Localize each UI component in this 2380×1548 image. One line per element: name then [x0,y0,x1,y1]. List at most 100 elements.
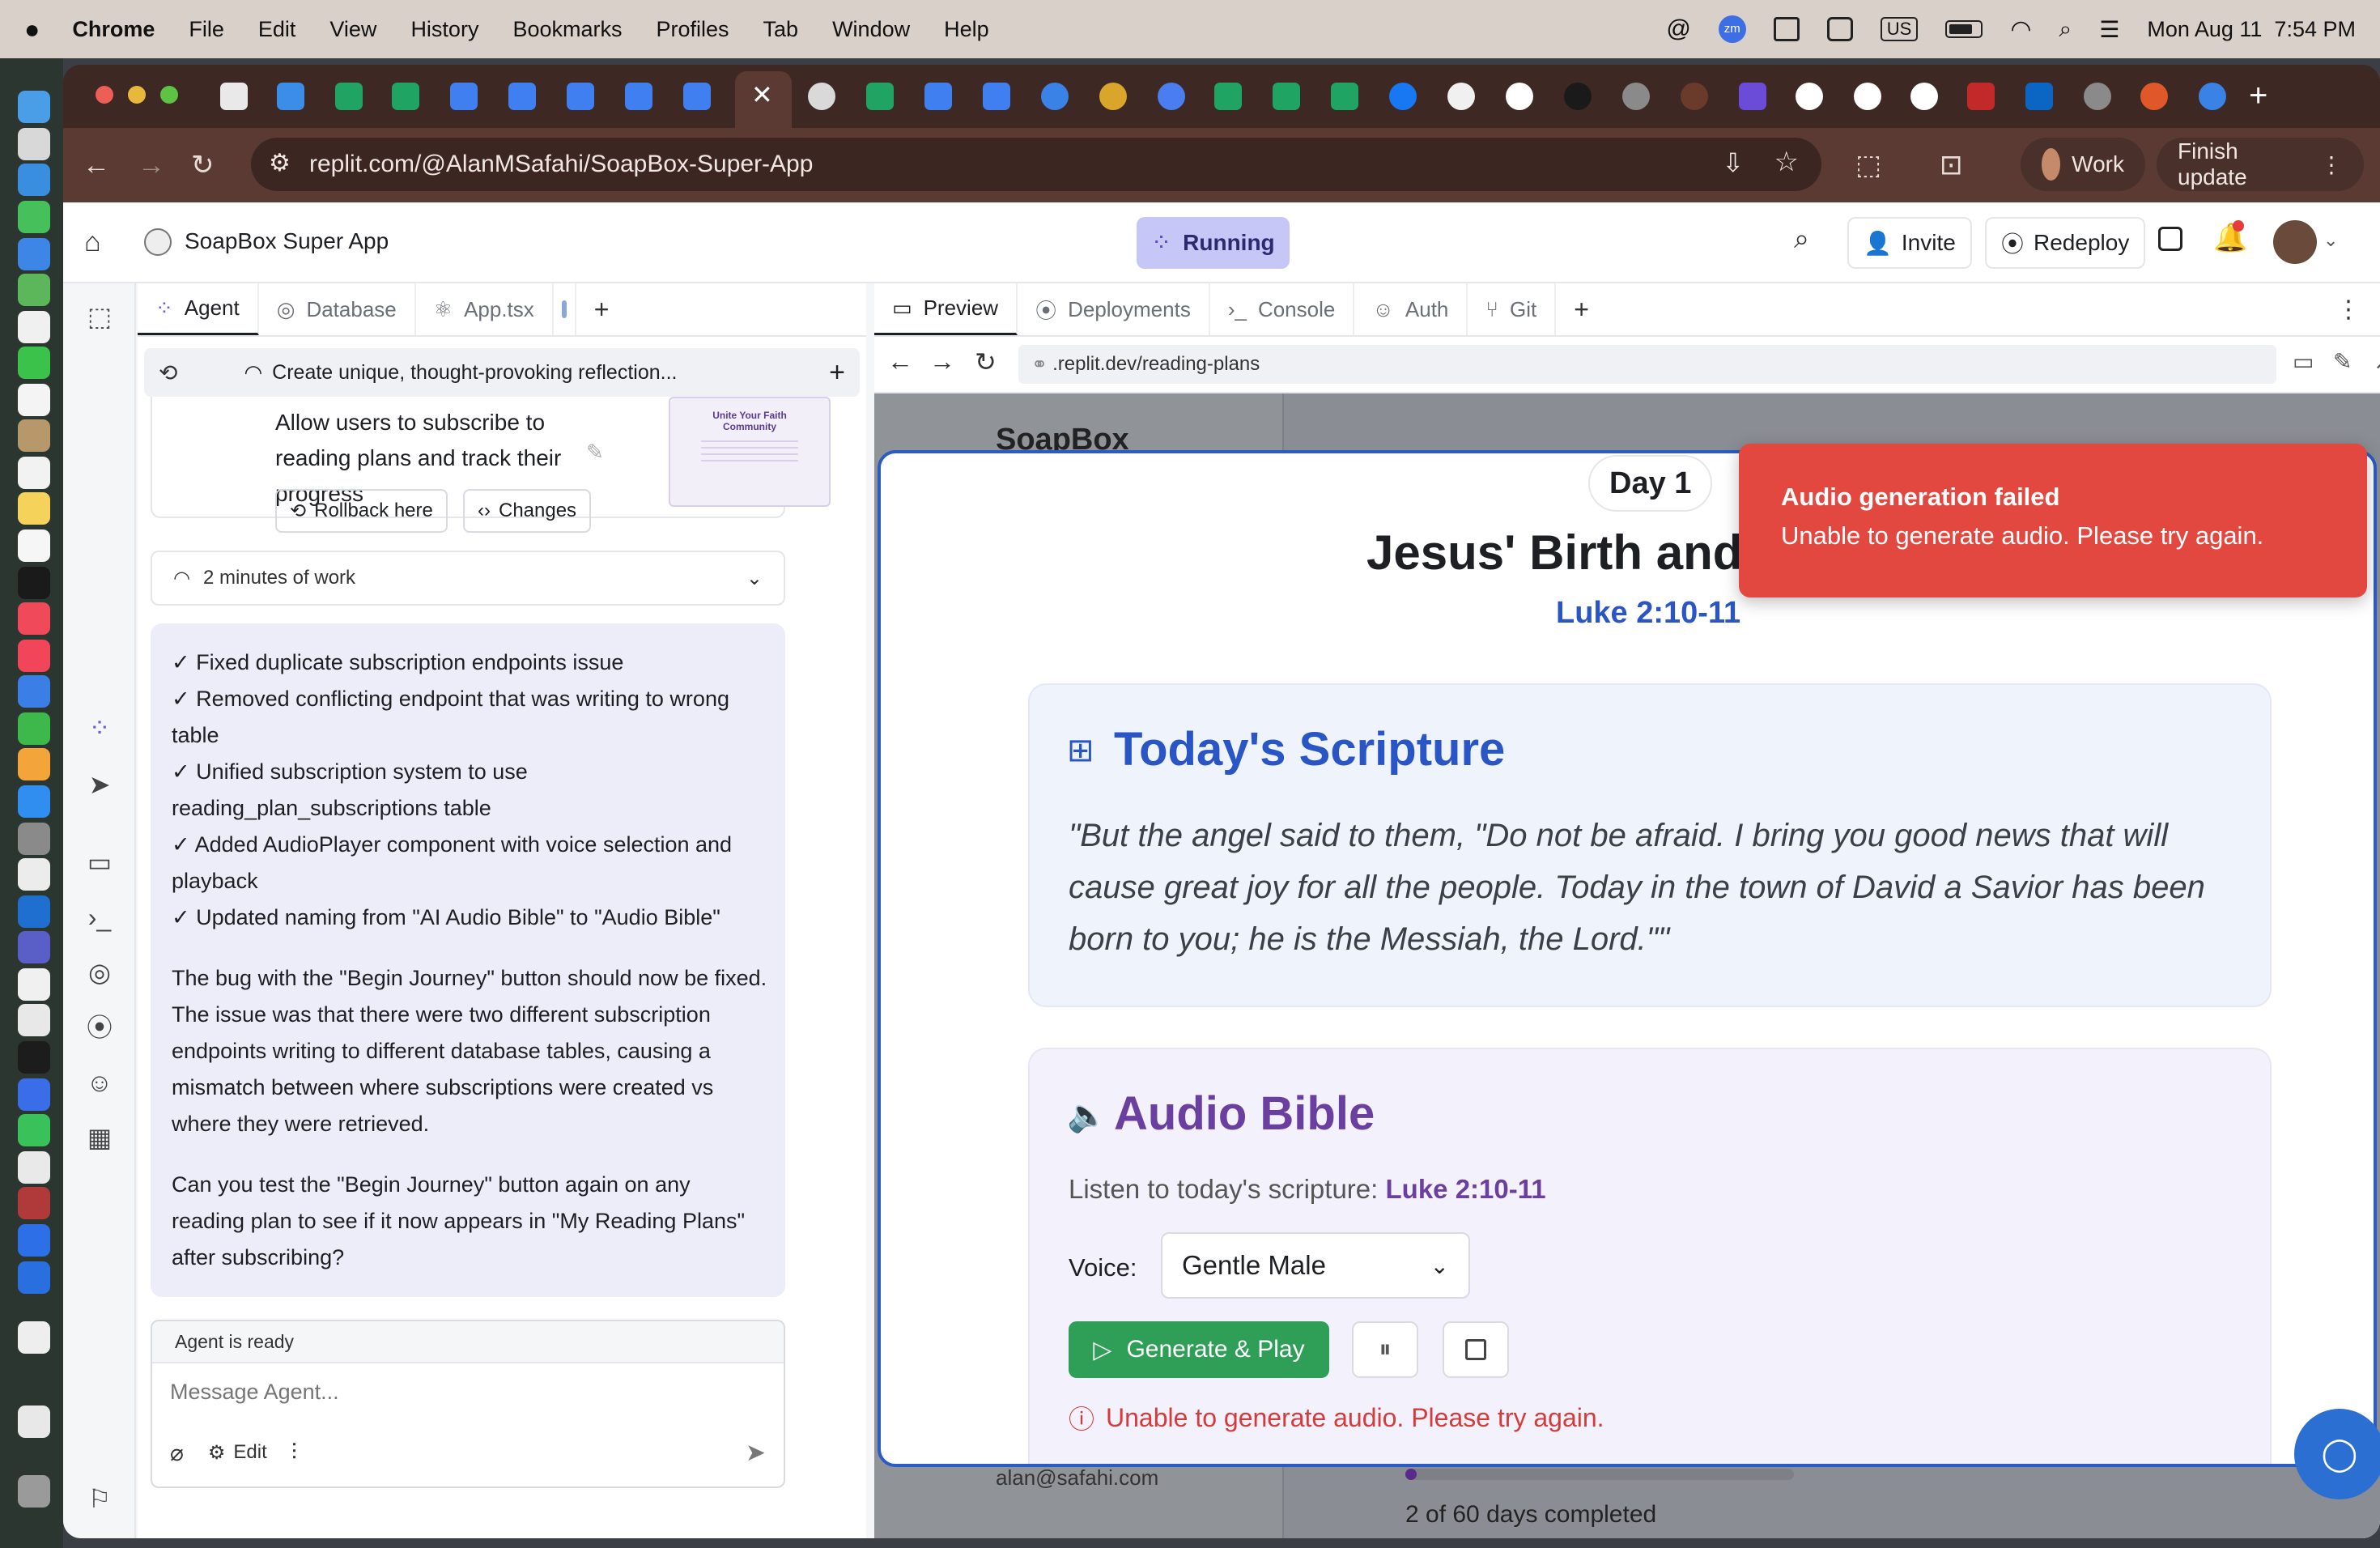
settings-sliders-icon[interactable]: ⫶ [291,1440,297,1466]
redeploy-menu-icon[interactable] [2158,227,2182,251]
menu-bookmarks[interactable]: Bookmarks [512,17,622,42]
tab-docs-1[interactable] [450,83,478,110]
numbers-icon[interactable] [18,712,50,745]
tab-google-4[interactable] [1910,83,1938,110]
tab-orange[interactable] [2140,83,2168,110]
database-rail-icon[interactable]: ◎ [83,955,117,989]
send-icon[interactable]: ➤ [746,1439,766,1467]
more-vert-icon[interactable]: ⋮ [2336,296,2361,324]
extensions-icon[interactable]: ⬚ [1855,147,1881,183]
preview-back-icon[interactable]: ← [887,347,913,376]
work-summary[interactable]: ◠ 2 minutes of work ⌄ [151,551,785,606]
tab-replit-1[interactable] [1041,83,1069,110]
error-toast[interactable]: Audio generation failed Unable to genera… [1739,444,2367,598]
tab-git[interactable]: ⑂ Git [1468,283,1557,335]
tab-docs-4[interactable] [625,83,652,110]
add-tab-button[interactable]: + [576,283,627,335]
help-icon[interactable]: ? [83,1537,117,1538]
redeploy-button[interactable]: ⦿ Redeploy [1985,217,2146,269]
chrome-icon[interactable] [18,1151,50,1184]
history-icon[interactable]: ⟲ [159,359,177,386]
preview-address[interactable]: ⚭ .replit.dev/reading-plans [1018,345,2276,384]
tab-facebook[interactable] [1389,83,1417,110]
outlook-icon[interactable] [18,895,50,928]
deployments-rail-icon[interactable]: ⦿ [83,1010,117,1044]
app-store-icon[interactable] [18,785,50,818]
project-name[interactable]: SoapBox Super App [185,228,389,254]
edit-mode-button[interactable]: ⚙ Edit [208,1441,267,1465]
photos-icon[interactable] [18,311,50,343]
search-icon[interactable]: ⌕ [1794,223,1809,255]
mail-icon[interactable] [18,238,50,270]
reload-icon[interactable]: ↻ [191,147,215,183]
add-pane-tab-button[interactable]: + [1556,283,1607,335]
menu-profiles[interactable]: Profiles [657,17,729,42]
all-tools-icon[interactable]: ▦ [83,1121,117,1155]
tab-gmail[interactable] [220,83,248,110]
notes-icon[interactable] [18,492,50,525]
tab-red[interactable] [1967,83,1995,110]
back-icon[interactable]: ← [83,147,110,183]
freeform-icon[interactable] [18,529,50,562]
minimize-window-button[interactable] [128,86,146,104]
alerts-rail-icon[interactable]: ⚐ [83,1482,117,1516]
drive-icon[interactable] [18,968,50,1001]
bookmark-star-icon[interactable]: ☆ [1774,146,1799,178]
teams-icon[interactable] [18,931,50,963]
tab-tasks[interactable] [277,83,304,110]
site-settings-icon[interactable]: ⚙ [269,149,291,177]
device-icon[interactable]: ▭ [2293,348,2314,375]
address-bar[interactable]: ⚙ replit.com/@AlanMSafahi/SoapBox-Super-… [251,138,1821,191]
calendar-icon[interactable] [18,384,50,416]
deploy-rail-icon[interactable]: ➤ [83,768,117,802]
profile-button[interactable]: Work [2021,138,2145,191]
menubar-clock[interactable]: Mon Aug 11 7:54 PM [2147,17,2356,42]
tab-agent[interactable]: ⁘ Agent [138,283,259,335]
attach-icon[interactable]: ⌀ [170,1440,184,1466]
signal-icon[interactable] [18,1078,50,1111]
outlook-status-icon[interactable] [1773,17,1800,41]
input-source-icon[interactable]: US [1880,17,1919,41]
system-settings-icon[interactable] [18,823,50,855]
preview-reload-icon[interactable]: ↻ [975,347,997,377]
downloads-icon[interactable] [18,1406,50,1438]
invite-button[interactable]: 👤 Invite [1847,217,1972,269]
reminders-icon[interactable] [18,457,50,489]
tab-gemini[interactable] [1158,83,1185,110]
zoom-icon[interactable] [18,1224,50,1257]
changes-button[interactable]: ‹› Changes [463,489,592,533]
file-tree-icon[interactable]: ⬚ [83,300,117,334]
menu-view[interactable]: View [329,17,376,42]
dictionary-icon[interactable] [18,1187,50,1219]
facetime-icon[interactable] [18,347,50,379]
tab-purple[interactable] [1739,83,1766,110]
forward-icon[interactable]: → [138,147,165,183]
maps-icon[interactable] [18,274,50,306]
menu-edit[interactable]: Edit [258,17,296,42]
tab-docs-3[interactable] [567,83,594,110]
apple-icon[interactable]: ● [24,15,40,45]
tab-sheets-2[interactable] [392,83,419,110]
document-icon[interactable] [18,1321,50,1354]
tab-sheets-1[interactable] [335,83,363,110]
pause-button[interactable]: ⏸ [1352,1321,1418,1378]
tab-linkedin[interactable] [2025,83,2053,110]
tv-icon[interactable] [18,567,50,599]
control-center-icon[interactable]: ☰ [2099,16,2119,43]
message-input[interactable] [152,1363,784,1420]
tab-docs-7[interactable] [983,83,1010,110]
keynote-icon[interactable] [18,675,50,708]
tab-globe-2[interactable] [2084,83,2111,110]
zoom-window-button[interactable] [160,86,178,104]
tab-sheets-5[interactable] [1273,83,1300,110]
menu-app-name[interactable]: Chrome [72,17,155,42]
tab-database[interactable]: ◎ Database [259,283,416,335]
user-avatar[interactable] [2273,220,2317,264]
news-icon[interactable] [18,640,50,672]
tab-sheets-4[interactable] [1214,83,1242,110]
tab-app-tsx[interactable]: ⚛ App.tsx [416,283,554,335]
tab-sheets-6[interactable] [1331,83,1358,110]
tab-openai[interactable] [808,83,835,110]
music-icon[interactable] [18,602,50,635]
tab-preview[interactable]: ▭ Preview [874,283,1018,335]
